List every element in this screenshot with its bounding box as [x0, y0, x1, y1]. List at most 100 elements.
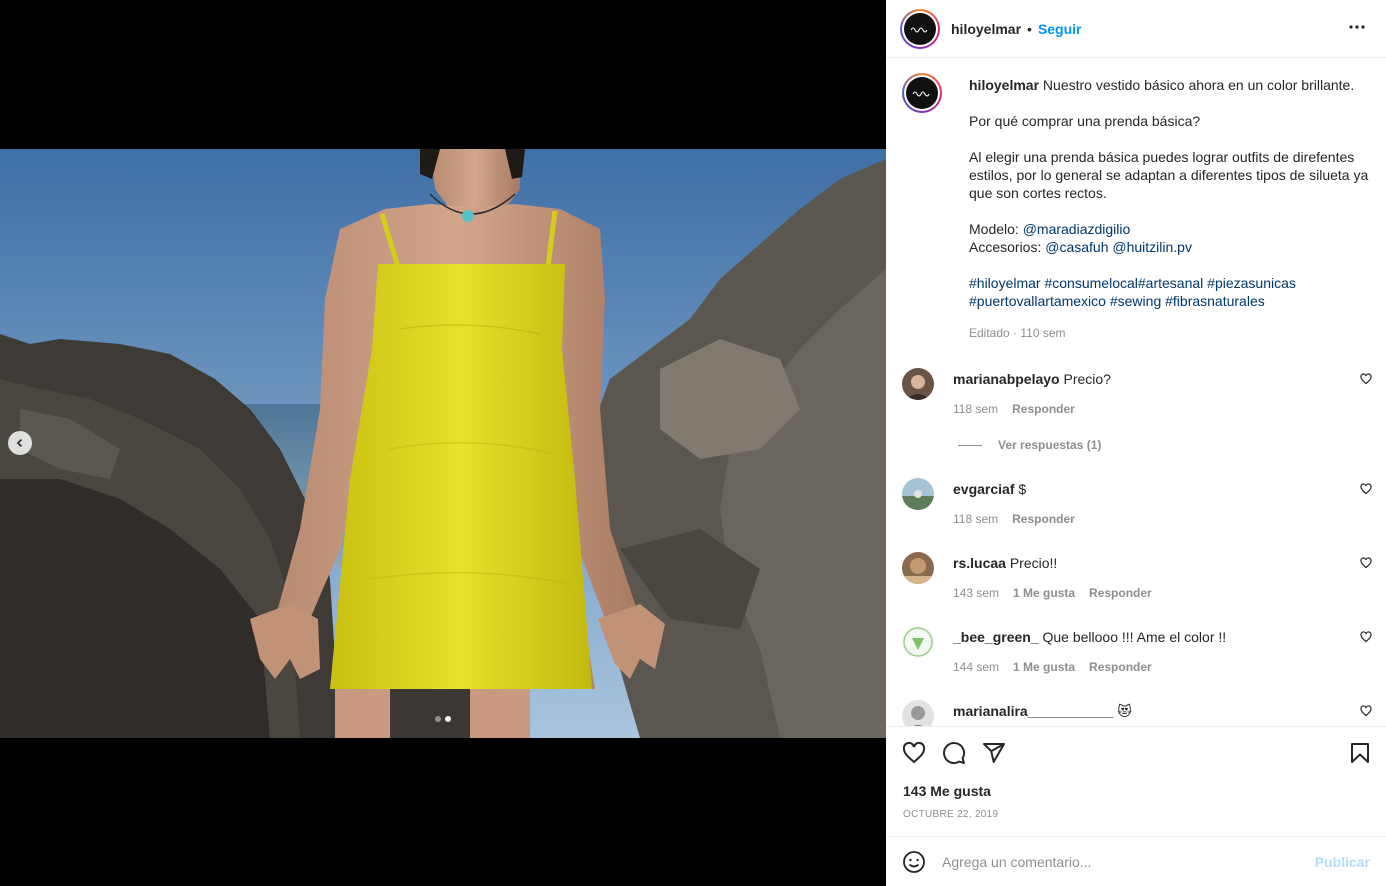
view-replies-button[interactable]: Ver respuestas (1): [958, 438, 1386, 452]
post-side-panel: hiloyelmar • Seguir hiloyelmar Nuestro v…: [886, 0, 1386, 886]
hashtag-link[interactable]: #consumelocal: [1044, 275, 1137, 291]
comment-time[interactable]: 118 sem: [953, 402, 998, 416]
comment-likes-count[interactable]: 1 Me gusta: [1013, 586, 1075, 600]
caption-body-3: que son cortes rectos.: [969, 185, 1107, 201]
more-horizontal-icon: [1349, 25, 1365, 29]
comment-like-button[interactable]: [1360, 482, 1372, 498]
post-media: [0, 0, 886, 886]
share-button[interactable]: [982, 741, 1006, 765]
wave-logo-icon: [910, 27, 928, 32]
post-photo: [0, 149, 886, 738]
hashtag-link[interactable]: #fibrasnaturales: [1165, 293, 1265, 309]
emoji-button[interactable]: [902, 850, 926, 874]
caption-author-avatar[interactable]: [902, 73, 942, 113]
heart-icon: [1360, 483, 1372, 495]
view-replies-label: Ver respuestas (1): [998, 438, 1102, 452]
post-date[interactable]: OCTUBRE 22, 2019: [903, 809, 998, 820]
comment-text: 😻: [1117, 703, 1132, 719]
comment-time[interactable]: 143 sem: [953, 586, 999, 600]
heart-icon: [1360, 557, 1372, 569]
heart-icon: [1360, 373, 1372, 385]
comment-like-button[interactable]: [1360, 630, 1372, 646]
comment-text: Precio!!: [1009, 555, 1058, 571]
model-mention-link[interactable]: @maradiazdigilio: [1023, 221, 1131, 237]
wave-logo-icon: [912, 91, 930, 97]
comment-item: evgarciaf $ 118 sem Responder: [886, 476, 1386, 526]
reply-button[interactable]: Responder: [1089, 660, 1152, 674]
publish-button[interactable]: Publicar: [1315, 854, 1370, 870]
caption-username[interactable]: hiloyelmar: [969, 77, 1039, 93]
carousel-dot: [435, 716, 441, 722]
hashtag-link[interactable]: #artesanal: [1138, 275, 1203, 291]
more-options-button[interactable]: [1348, 18, 1366, 39]
heart-icon: [1360, 705, 1372, 717]
comment-time[interactable]: 144 sem: [953, 660, 999, 674]
caption-meta: Editado · 110 sem: [969, 326, 1066, 340]
comment-text: $: [1018, 481, 1027, 497]
author-username[interactable]: hiloyelmar: [951, 21, 1021, 37]
post-header: hiloyelmar • Seguir: [886, 0, 1386, 58]
comment-button[interactable]: [942, 741, 966, 765]
save-button[interactable]: [1348, 741, 1372, 768]
comment-username[interactable]: rs.lucaa: [953, 555, 1006, 571]
comment-item: _bee_green_ Que bellooo !!! Ame el color…: [886, 624, 1386, 674]
caption-question: Por qué comprar una prenda básica?: [969, 113, 1201, 129]
reply-button[interactable]: Responder: [1012, 402, 1075, 416]
caption-body-1: Al elegir una prenda básica puedes logra…: [969, 149, 1355, 165]
comment-username[interactable]: _bee_green_: [953, 629, 1039, 645]
commenter-avatar[interactable]: [902, 700, 934, 726]
hashtag-link[interactable]: #piezasunicas: [1207, 275, 1296, 291]
chevron-left-icon: [16, 438, 23, 448]
caption-text: hiloyelmar Nuestro vestido básico ahora …: [969, 73, 1369, 342]
comment-username[interactable]: marianabpelayo: [953, 371, 1060, 387]
comment-item: marianalira___________ 😻: [886, 698, 1386, 726]
accessory-mention-link-2[interactable]: @huitzilin.pv: [1112, 239, 1192, 255]
add-comment-bar: Publicar: [886, 836, 1386, 886]
author-avatar[interactable]: [900, 8, 940, 49]
commenter-avatar[interactable]: [902, 368, 934, 400]
comment-item: rs.lucaa Precio!! 143 sem 1 Me gusta Res…: [886, 550, 1386, 600]
commenter-avatar[interactable]: [902, 626, 934, 658]
follow-button[interactable]: Seguir: [1038, 21, 1082, 37]
comment-username[interactable]: evgarciaf: [953, 481, 1014, 497]
comment-like-button[interactable]: [1360, 704, 1372, 720]
comments-scroll-area[interactable]: hiloyelmar Nuestro vestido básico ahora …: [886, 59, 1386, 726]
comment-like-button[interactable]: [1360, 372, 1372, 388]
comment-time[interactable]: 118 sem: [953, 512, 998, 526]
heart-icon: [1360, 631, 1372, 643]
header-separator: •: [1027, 20, 1032, 37]
accessory-mention-link-1[interactable]: @casafuh: [1045, 239, 1108, 255]
likes-count[interactable]: 143 Me gusta: [903, 783, 991, 799]
comment-bubble-icon: [943, 742, 966, 765]
carousel-indicator: [0, 716, 886, 722]
caption-model-label: Modelo:: [969, 221, 1019, 237]
commenter-avatar[interactable]: [902, 552, 934, 584]
paper-plane-icon: [983, 743, 1005, 763]
commenter-avatar[interactable]: [902, 478, 934, 510]
post-actions: 143 Me gusta OCTUBRE 22, 2019: [886, 726, 1386, 836]
post-viewer: hiloyelmar • Seguir hiloyelmar Nuestro v…: [0, 0, 1386, 886]
replies-divider: [958, 444, 982, 446]
smiley-icon: [903, 850, 925, 873]
post-photo-illustration: [0, 149, 886, 738]
comment-text: Que bellooo !!! Ame el color !!: [1042, 629, 1227, 645]
post-caption: hiloyelmar Nuestro vestido básico ahora …: [886, 59, 1386, 342]
comment-likes-count[interactable]: 1 Me gusta: [1013, 660, 1075, 674]
comment-username[interactable]: marianalira___________: [953, 703, 1113, 719]
carousel-prev-button[interactable]: [8, 431, 32, 455]
reply-button[interactable]: Responder: [1012, 512, 1075, 526]
caption-accessories-label: Accesorios:: [969, 239, 1042, 255]
carousel-dot-active: [445, 716, 451, 722]
hashtag-link[interactable]: #hiloyelmar: [969, 275, 1041, 291]
comment-text: Precio?: [1063, 371, 1111, 387]
heart-icon: [902, 741, 926, 764]
hashtag-link[interactable]: #sewing: [1110, 293, 1161, 309]
caption-first-line: Nuestro vestido básico ahora en un color…: [1042, 77, 1355, 93]
reply-button[interactable]: Responder: [1089, 586, 1152, 600]
hashtag-link[interactable]: #puertovallartamexico: [969, 293, 1106, 309]
comment-input[interactable]: [942, 853, 1302, 870]
like-button[interactable]: [902, 741, 926, 765]
bookmark-icon: [1351, 743, 1369, 763]
caption-body-2: estilos, por lo general se adaptan a dif…: [969, 167, 1369, 183]
comment-like-button[interactable]: [1360, 556, 1372, 572]
